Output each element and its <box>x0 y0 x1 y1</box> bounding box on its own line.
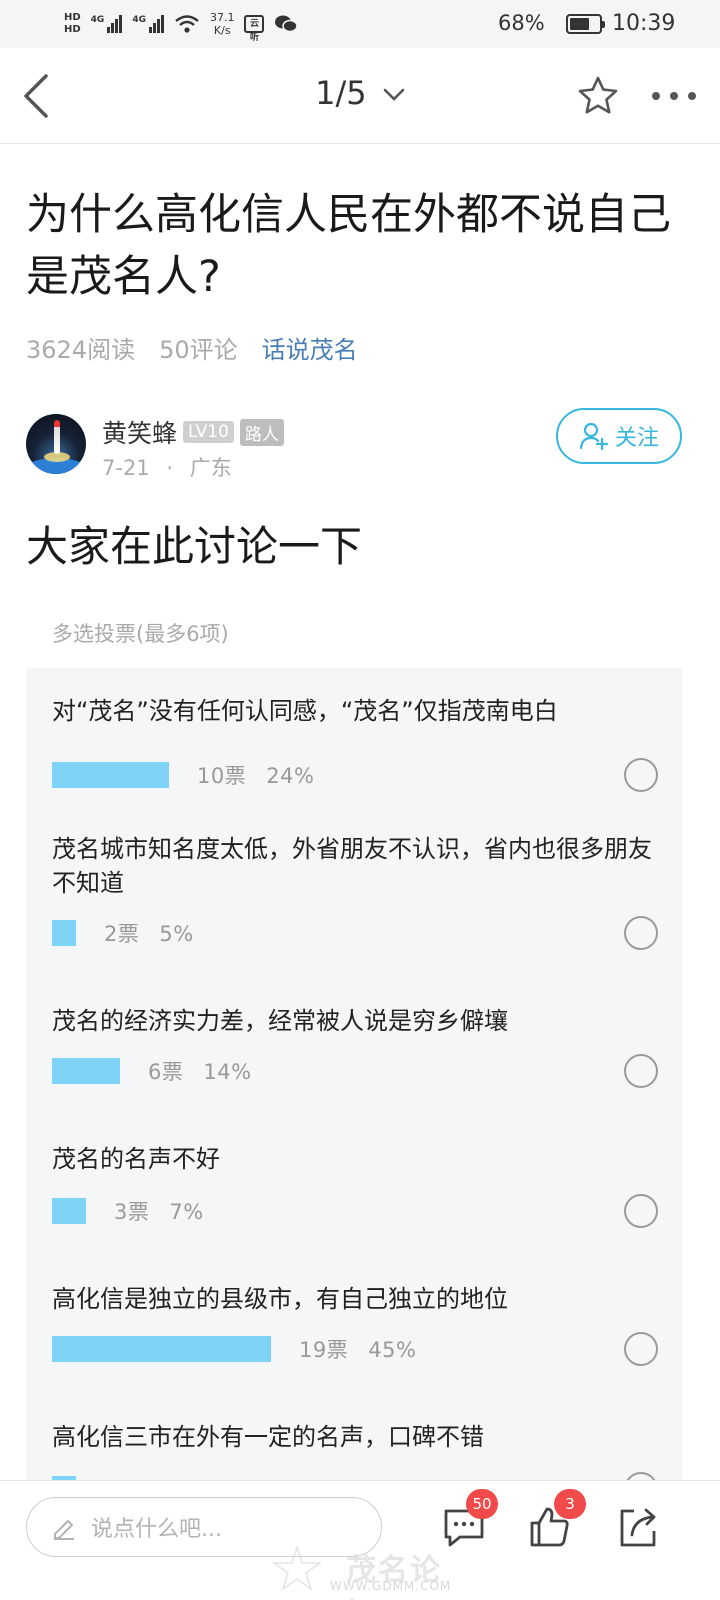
watermark: 茂名论坛 WWW.GDMM.COM <box>256 1541 456 1600</box>
vote-option-text: 对“茂名”没有任何认同感，“茂名”仅指茂南电白 <box>52 697 558 725</box>
vote-stat: 6票 14% <box>148 1056 252 1086</box>
comment-placeholder: 说点什么吧... <box>91 1517 222 1542</box>
vote-count: 10票 <box>197 764 247 788</box>
vote-option[interactable]: 茂名的名声不好 3票 7% <box>52 1142 658 1228</box>
top-nav-bar: 1/5 <box>0 48 720 144</box>
share-icon <box>620 1508 656 1547</box>
vote-stat: 10票 24% <box>197 760 314 790</box>
vote-bar <box>52 1058 120 1084</box>
share-button[interactable] <box>612 1501 664 1553</box>
vote-option-text: 高化信三市在外有一定的名声，口碑不错 <box>52 1423 484 1451</box>
article-body: 大家在此讨论一下 <box>26 522 363 571</box>
follow-button[interactable]: 关注 <box>556 408 682 464</box>
vote-option[interactable]: 高化信是独立的县级市，有自己独立的地位 19票 45% <box>52 1282 658 1366</box>
status-bar: HD HD 4G 4G 37.1 K/s 云听 68% 10:39 <box>0 0 720 48</box>
network-type: 4G <box>90 15 105 25</box>
vote-radio[interactable] <box>624 1054 658 1088</box>
vote-option[interactable]: 高化信三市在外有一定的名声，口碑不错 2票5% <box>52 1420 658 1506</box>
role-badge: 路人 <box>239 418 284 446</box>
favorite-star-icon[interactable] <box>576 74 620 118</box>
vote-option-stats: 19票 45% <box>52 1334 416 1364</box>
chevron-down-icon <box>383 88 405 101</box>
vote-count: 3票 <box>114 1200 150 1224</box>
vote-percent: 45% <box>368 1338 417 1362</box>
hd-label: HD <box>64 24 81 35</box>
signal-icon: 4G <box>132 15 164 33</box>
read-count: 3624阅读 <box>26 336 136 364</box>
vote-stat: 3票 7% <box>114 1196 204 1226</box>
vote-caption: 多选投票(最多6项) <box>52 622 229 646</box>
vote-percent: 5% <box>159 922 194 946</box>
clock: 10:39 <box>612 11 676 36</box>
status-left: HD HD 4G 4G 37.1 K/s 云听 <box>64 6 299 43</box>
vote-option-stats: 3票 7% <box>52 1196 204 1226</box>
post-date-location: 7-21 · 广东 <box>102 452 232 482</box>
battery-percent: 68% <box>498 11 545 35</box>
like-count-badge: 3 <box>554 1489 586 1519</box>
more-options-icon[interactable] <box>650 84 698 108</box>
vote-option-text: 高化信是独立的县级市，有自己独立的地位 <box>52 1285 508 1313</box>
author-name-row: 黄笑蜂 LV10 路人 <box>102 414 284 450</box>
topic-link[interactable]: 话说茂名 <box>262 330 358 365</box>
vote-percent: 24% <box>266 764 315 788</box>
wechat-icon <box>275 15 299 33</box>
speed-value: 37.1 <box>209 11 235 24</box>
add-user-icon <box>579 422 609 451</box>
vote-option[interactable]: 茂名城市知名度太低，外省朋友不认识，省内也很多朋友不知道 2票 5% <box>52 832 658 950</box>
vote-count: 19票 <box>299 1338 349 1362</box>
vote-stat: 19票 45% <box>299 1334 416 1364</box>
vote-radio[interactable] <box>624 758 658 792</box>
hd-label: HD <box>64 12 81 23</box>
like-button[interactable]: 3 <box>524 1489 586 1553</box>
vote-option-stats: 10票 24% <box>52 760 314 790</box>
pencil-icon <box>54 1520 74 1540</box>
comment-count: 50评论 <box>159 336 238 364</box>
vote-bar <box>52 762 169 788</box>
vote-option[interactable]: 茂名的经济实力差，经常被人说是穷乡僻壤 6票 14% <box>52 1004 658 1088</box>
vote-percent: 14% <box>203 1060 252 1084</box>
vote-count: 6票 <box>148 1060 184 1084</box>
star-logo-icon <box>271 1544 323 1591</box>
vote-count: 2票 <box>104 922 140 946</box>
network-type: 4G <box>132 15 146 25</box>
article-meta: 3624阅读 50评论 话说茂名 <box>26 330 358 365</box>
vote-bar <box>52 1198 86 1224</box>
watermark-site: WWW.GDMM.COM <box>330 1579 452 1593</box>
vote-percent: 7% <box>169 1200 204 1224</box>
radio-app-icon: 云听 <box>244 15 265 43</box>
author-name[interactable]: 黄笑蜂 <box>102 414 177 450</box>
article-title: 为什么高化信人民在外都不说自己是茂名人? <box>26 190 671 302</box>
vote-bar <box>52 920 76 946</box>
page-indicator: 1/5 <box>315 74 367 112</box>
wifi-icon <box>175 15 199 33</box>
vote-panel: 对“茂名”没有任何认同感，“茂名”仅指茂南电白 10票 24% 茂名城市知名度太低… <box>26 668 682 1508</box>
separator-dot: · <box>166 456 174 480</box>
author-row: 黄笑蜂 LV10 路人 7-21 · 广东 关注 <box>26 408 696 486</box>
network-speed: 37.1 K/s <box>210 11 235 37</box>
signal-icon: 4G <box>91 15 123 33</box>
battery-icon <box>566 14 605 34</box>
post-date: 7-21 <box>102 456 150 480</box>
status-right: 68% 10:39 <box>480 0 720 48</box>
vote-option-stats: 6票 14% <box>52 1056 252 1086</box>
vote-stat: 2票 5% <box>104 918 194 948</box>
vote-bar <box>52 1336 271 1362</box>
vote-option[interactable]: 对“茂名”没有任何认同感，“茂名”仅指茂南电白 10票 24% <box>52 694 658 792</box>
vote-radio[interactable] <box>624 1194 658 1228</box>
vote-option-stats: 2票 5% <box>52 918 194 948</box>
speed-unit: K/s <box>213 24 231 37</box>
hd-indicator: HD HD <box>64 12 81 36</box>
follow-label: 关注 <box>614 426 659 451</box>
avatar[interactable] <box>26 414 86 474</box>
comment-count-badge: 50 <box>466 1489 498 1519</box>
level-badge: LV10 <box>183 421 234 443</box>
vote-radio[interactable] <box>624 1332 658 1366</box>
vote-option-text: 茂名城市知名度太低，外省朋友不认识，省内也很多朋友不知道 <box>52 835 652 897</box>
post-location: 广东 <box>189 456 232 480</box>
vote-radio[interactable] <box>624 916 658 950</box>
vote-option-text: 茂名的经济实力差，经常被人说是穷乡僻壤 <box>52 1007 508 1035</box>
vote-option-text: 茂名的名声不好 <box>52 1145 220 1173</box>
bottom-action-bar: 说点什么吧... 50 3 茂名论坛 WWW.GDMM.COM <box>0 1480 720 1600</box>
